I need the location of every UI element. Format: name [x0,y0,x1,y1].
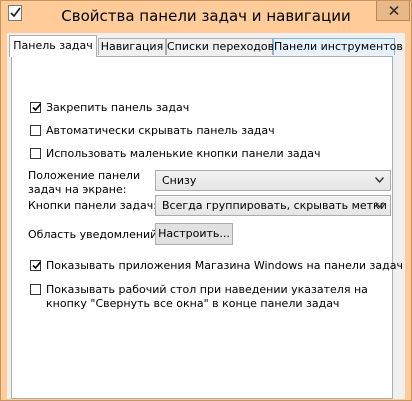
peek-desktop-label: Показывать рабочий стол при наведении ук… [46,283,368,310]
tab-strip: Панель задач Навигация Списки переходов … [7,33,405,57]
chevron-down-icon [375,202,384,208]
checkmark-icon [32,261,42,270]
taskbar-location-select[interactable]: Снизу [155,170,391,191]
tab-taskbar[interactable]: Панель задач [9,35,97,57]
dialog-client-area: Панель задач Навигация Списки переходов … [7,33,405,399]
title-bar[interactable]: Свойства панели задач и навигации [1,1,411,31]
checkbox-box[interactable] [30,125,41,136]
auto-hide-label: Автоматически скрывать панель задач [46,124,275,137]
taskbar-buttons-value: Всегда группировать, скрывать метки [162,199,387,212]
checkbox-box[interactable] [30,260,42,271]
checkbox-box[interactable] [30,102,42,113]
small-buttons-label: Использовать маленькие кнопки панели зад… [46,147,321,160]
close-icon [389,6,399,15]
tab-jump-lists[interactable]: Списки переходов [166,38,274,55]
checkmark-icon [32,103,42,112]
tab-toolbars[interactable]: Панели инструментов [273,38,403,55]
tab-navigation[interactable]: Навигация [98,38,166,55]
chevron-down-icon [375,177,384,183]
checkbox-box[interactable] [30,148,41,159]
dialog-window: Свойства панели задач и навигации Панель… [0,0,412,401]
show-store-apps-label: Показывать приложения Магазина Windows н… [46,259,403,272]
checkbox-box[interactable] [30,284,41,295]
taskbar-location-label: Положение панели задач на экране: [28,169,141,196]
taskbar-location-value: Снизу [162,174,197,187]
tab-panel-taskbar: Закрепить панель задач Автоматически скр… [11,56,403,399]
taskbar-buttons-select[interactable]: Всегда группировать, скрывать метки [155,195,391,216]
lock-taskbar-label: Закрепить панель задач [46,101,190,114]
window-title: Свойства панели задач и навигации [61,7,351,25]
close-button[interactable] [376,1,410,21]
customize-button[interactable]: Настроить... [155,223,233,245]
taskbar-buttons-label: Кнопки панели задач: [28,199,157,212]
notification-area-label: Область уведомлений: [28,228,162,241]
